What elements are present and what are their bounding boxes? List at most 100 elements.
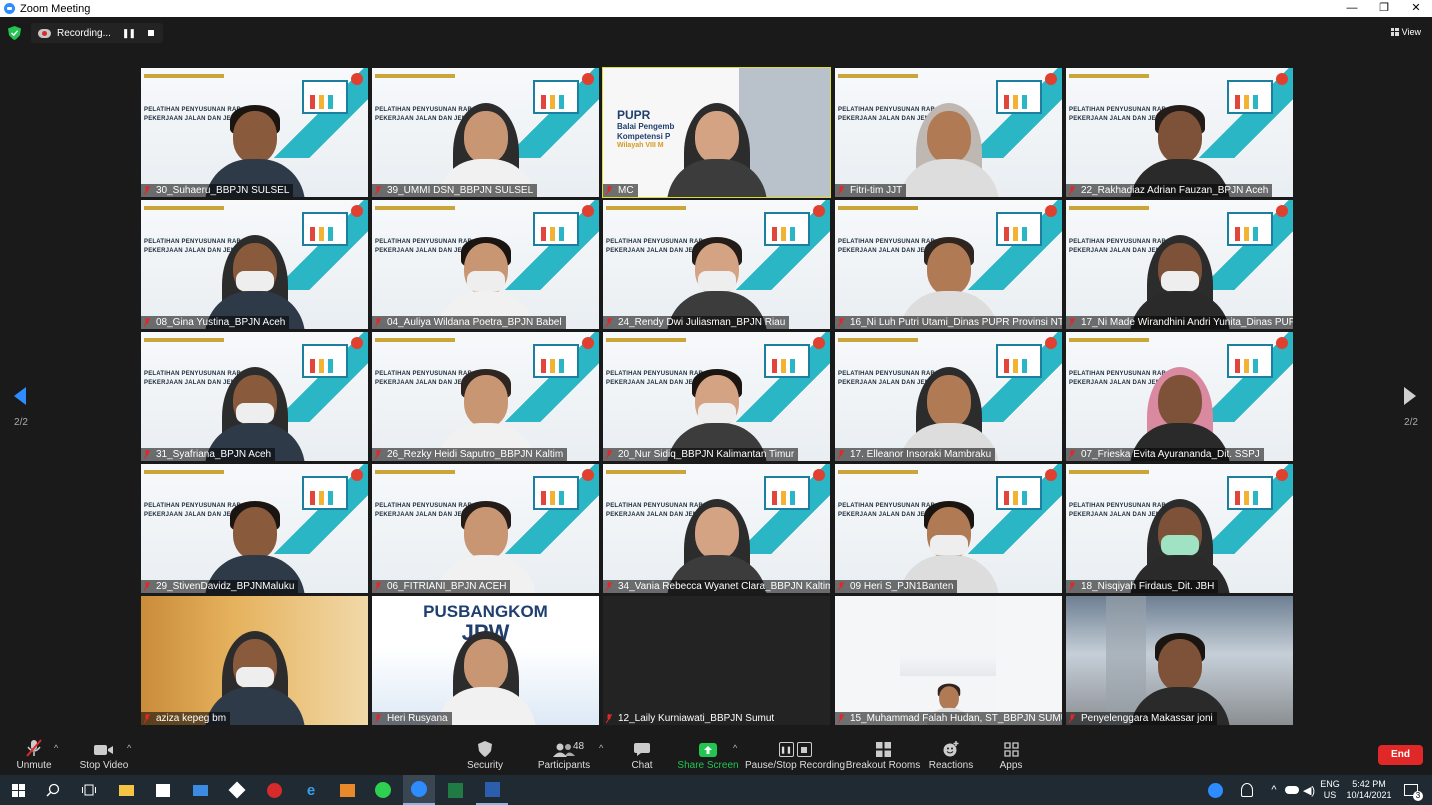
participant-name-label: 30_Suhaeru_BBPJN SULSEL (141, 184, 294, 197)
video-options-caret-icon[interactable]: ^ (127, 743, 131, 753)
media-player-icon[interactable] (338, 781, 356, 799)
encryption-shield-icon[interactable] (8, 26, 21, 40)
participant-video-tile[interactable]: PELATIHAN PENYUSUNAN RAB PEKERJAAN JALAN … (603, 200, 830, 329)
unmute-button[interactable]: Unmute (12, 735, 56, 775)
excel-icon[interactable] (446, 781, 464, 799)
logo-icon (813, 337, 825, 349)
participant-video-tile[interactable]: 15_Muhammad Falah Hudan, ST_BBPJN SUMUT (835, 596, 1062, 725)
participant-video-tile[interactable]: PELATIHAN PENYUSUNAN RAB PEKERJAAN JALAN … (603, 464, 830, 593)
stop-video-button[interactable]: Stop Video (78, 735, 130, 775)
participant-video (200, 97, 310, 197)
participant-name-label: 34_Vania Rebecca Wyanet Clara_BBPJN Kalt… (603, 580, 830, 593)
participant-video-tile[interactable]: PELATIHAN PENYUSUNAN RAB PEKERJAAN JALAN … (141, 68, 368, 197)
participant-video-tile[interactable]: PELATIHAN PENYUSUNAN RAB PEKERJAAN JALAN … (603, 332, 830, 461)
arrow-left-icon (14, 387, 26, 405)
chat-button[interactable]: Chat (627, 735, 657, 775)
people-icon[interactable] (1238, 781, 1256, 799)
participant-video-tile[interactable]: PUSBANGKOMJPWHeri Rusyana (372, 596, 599, 725)
participants-options-caret-icon[interactable]: ^ (599, 743, 603, 753)
participant-video-tile[interactable]: PUPR Balai Pengemb Kompetensi P Wilayah VII… (602, 67, 831, 198)
participant-name-label: 08_Gina Yustina_BPJN Aceh (141, 316, 290, 329)
help-icon[interactable] (1206, 781, 1224, 799)
share-options-caret-icon[interactable]: ^ (733, 743, 737, 753)
security-label: Security (466, 760, 504, 771)
cloud-icon[interactable] (1283, 781, 1301, 799)
language-bottom: US (1323, 790, 1337, 800)
participant-video-tile[interactable]: 12_Laily Kurniawati_BBPJN Sumut (603, 596, 830, 725)
participant-video-tile[interactable]: PELATIHAN PENYUSUNAN RAB PEKERJAAN JALAN … (835, 200, 1062, 329)
whatsapp-icon[interactable] (374, 781, 392, 799)
end-meeting-button[interactable]: End (1378, 745, 1423, 765)
maximize-button[interactable]: ❐ (1368, 0, 1400, 17)
file-explorer-icon[interactable] (117, 781, 135, 799)
pupr-brand: PUPR (617, 108, 651, 122)
share-screen-button[interactable]: Share Screen (677, 735, 739, 775)
input-language[interactable]: ENG US (1318, 775, 1342, 805)
pause-icon: ❚❚ (778, 742, 794, 757)
microphone-muted-icon (838, 714, 844, 723)
edge-icon[interactable]: e (302, 781, 320, 799)
close-button[interactable]: ✕ (1400, 0, 1432, 17)
zoom-taskbar-icon[interactable] (403, 775, 435, 805)
participant-name-label: 31_Syafriana_BPJN Aceh (141, 448, 276, 461)
participant-video-tile[interactable]: PELATIHAN PENYUSUNAN RAB PEKERJAAN JALAN … (141, 200, 368, 329)
participant-name: 24_Rendy Dwi Juliasman_BPJN Riau (618, 317, 786, 328)
volume-icon[interactable]: ◀) (1300, 781, 1318, 799)
next-page-button[interactable]: 2/2 (1404, 387, 1418, 428)
stop-recording-button[interactable] (148, 30, 154, 36)
participant-video-tile[interactable]: PELATIHAN PENYUSUNAN RAB PEKERJAAN JALAN … (372, 68, 599, 197)
arrow-right-icon (1404, 387, 1416, 405)
shield-icon (478, 741, 492, 757)
participant-name: 29_StivenDavidz_BPJNMaluku (156, 581, 295, 592)
participant-video (1125, 229, 1235, 329)
participant-video-tile[interactable]: PELATIHAN PENYUSUNAN RAB PEKERJAAN JALAN … (1066, 464, 1293, 593)
pause-recording-button[interactable]: ❚❚ (122, 28, 136, 39)
participant-video (894, 229, 1004, 329)
recording-label: Recording... (57, 27, 111, 39)
mail-icon[interactable] (191, 781, 209, 799)
minimize-button[interactable]: — (1336, 0, 1368, 17)
audio-options-caret-icon[interactable]: ^ (54, 743, 58, 753)
participant-video-tile[interactable]: PELATIHAN PENYUSUNAN RAB PEKERJAAN JALAN … (1066, 68, 1293, 197)
participant-name-label: 04_Auliya Wildana Poetra_BPJN Babel (372, 316, 566, 329)
windows-start-icon[interactable] (9, 781, 27, 799)
participant-name: 09 Heri S_PJN1Banten (850, 581, 954, 592)
notifications-icon[interactable]: 3 (1402, 781, 1423, 801)
participant-name: Penyelenggara Makassar joni (1081, 713, 1213, 724)
chevron-up-icon[interactable]: ^ (1265, 781, 1283, 799)
logo-icon (582, 73, 594, 85)
breakout-rooms-button[interactable]: Breakout Rooms (846, 735, 920, 775)
security-button[interactable]: Security (463, 735, 507, 775)
clock[interactable]: 5:42 PM 10/14/2021 (1344, 775, 1394, 805)
participant-video-tile[interactable]: PELATIHAN PENYUSUNAN RAB PEKERJAAN JALAN … (835, 332, 1062, 461)
participant-video-tile[interactable]: PELATIHAN PENYUSUNAN RAB PEKERJAAN JALAN … (835, 464, 1062, 593)
logo-icon (582, 337, 594, 349)
previous-page-button[interactable]: 2/2 (14, 387, 28, 428)
task-view-icon[interactable] (80, 781, 98, 799)
participant-video-tile[interactable]: PELATIHAN PENYUSUNAN RAB PEKERJAAN JALAN … (372, 332, 599, 461)
participant-video-tile[interactable]: PELATIHAN PENYUSUNAN RAB PEKERJAAN JALAN … (1066, 200, 1293, 329)
reactions-button[interactable]: Reactions (929, 735, 973, 775)
word-icon[interactable] (476, 775, 508, 805)
view-button[interactable]: View (1390, 27, 1421, 37)
participant-video-tile[interactable]: PELATIHAN PENYUSUNAN RAB PEKERJAAN JALAN … (1066, 332, 1293, 461)
participant-name-label: MC (603, 184, 638, 197)
apps-button[interactable]: Apps (997, 735, 1025, 775)
pause-stop-recording-button[interactable]: ❚❚ Pause/Stop Recording (745, 735, 845, 775)
windows-taskbar: e ^ ◀) ENG US 5:42 PM 10/14/2021 3 (0, 775, 1432, 805)
language-top: ENG (1320, 779, 1340, 789)
participant-video-tile[interactable]: PELATIHAN PENYUSUNAN RAB PEKERJAAN JALAN … (141, 464, 368, 593)
participant-video-tile[interactable]: PELATIHAN PENYUSUNAN RAB PEKERJAAN JALAN … (372, 200, 599, 329)
participant-name-label: 06_FITRIANI_BPJN ACEH (372, 580, 511, 593)
microphone-muted-icon (606, 714, 612, 723)
participant-video-tile[interactable]: PELATIHAN PENYUSUNAN RAB PEKERJAAN JALAN … (835, 68, 1062, 197)
participant-video-tile[interactable]: PELATIHAN PENYUSUNAN RAB PEKERJAAN JALAN … (141, 332, 368, 461)
store-icon[interactable] (154, 781, 172, 799)
participants-button[interactable]: 48 Participants (537, 735, 591, 775)
app-red-icon[interactable] (265, 781, 283, 799)
participant-video-tile[interactable]: aziza kepeg bm (141, 596, 368, 725)
search-icon[interactable] (44, 781, 62, 799)
participant-video-tile[interactable]: Penyelenggara Makassar joni (1066, 596, 1293, 725)
participant-video-tile[interactable]: PELATIHAN PENYUSUNAN RAB PEKERJAAN JALAN … (372, 464, 599, 593)
dropbox-icon[interactable] (228, 781, 246, 799)
